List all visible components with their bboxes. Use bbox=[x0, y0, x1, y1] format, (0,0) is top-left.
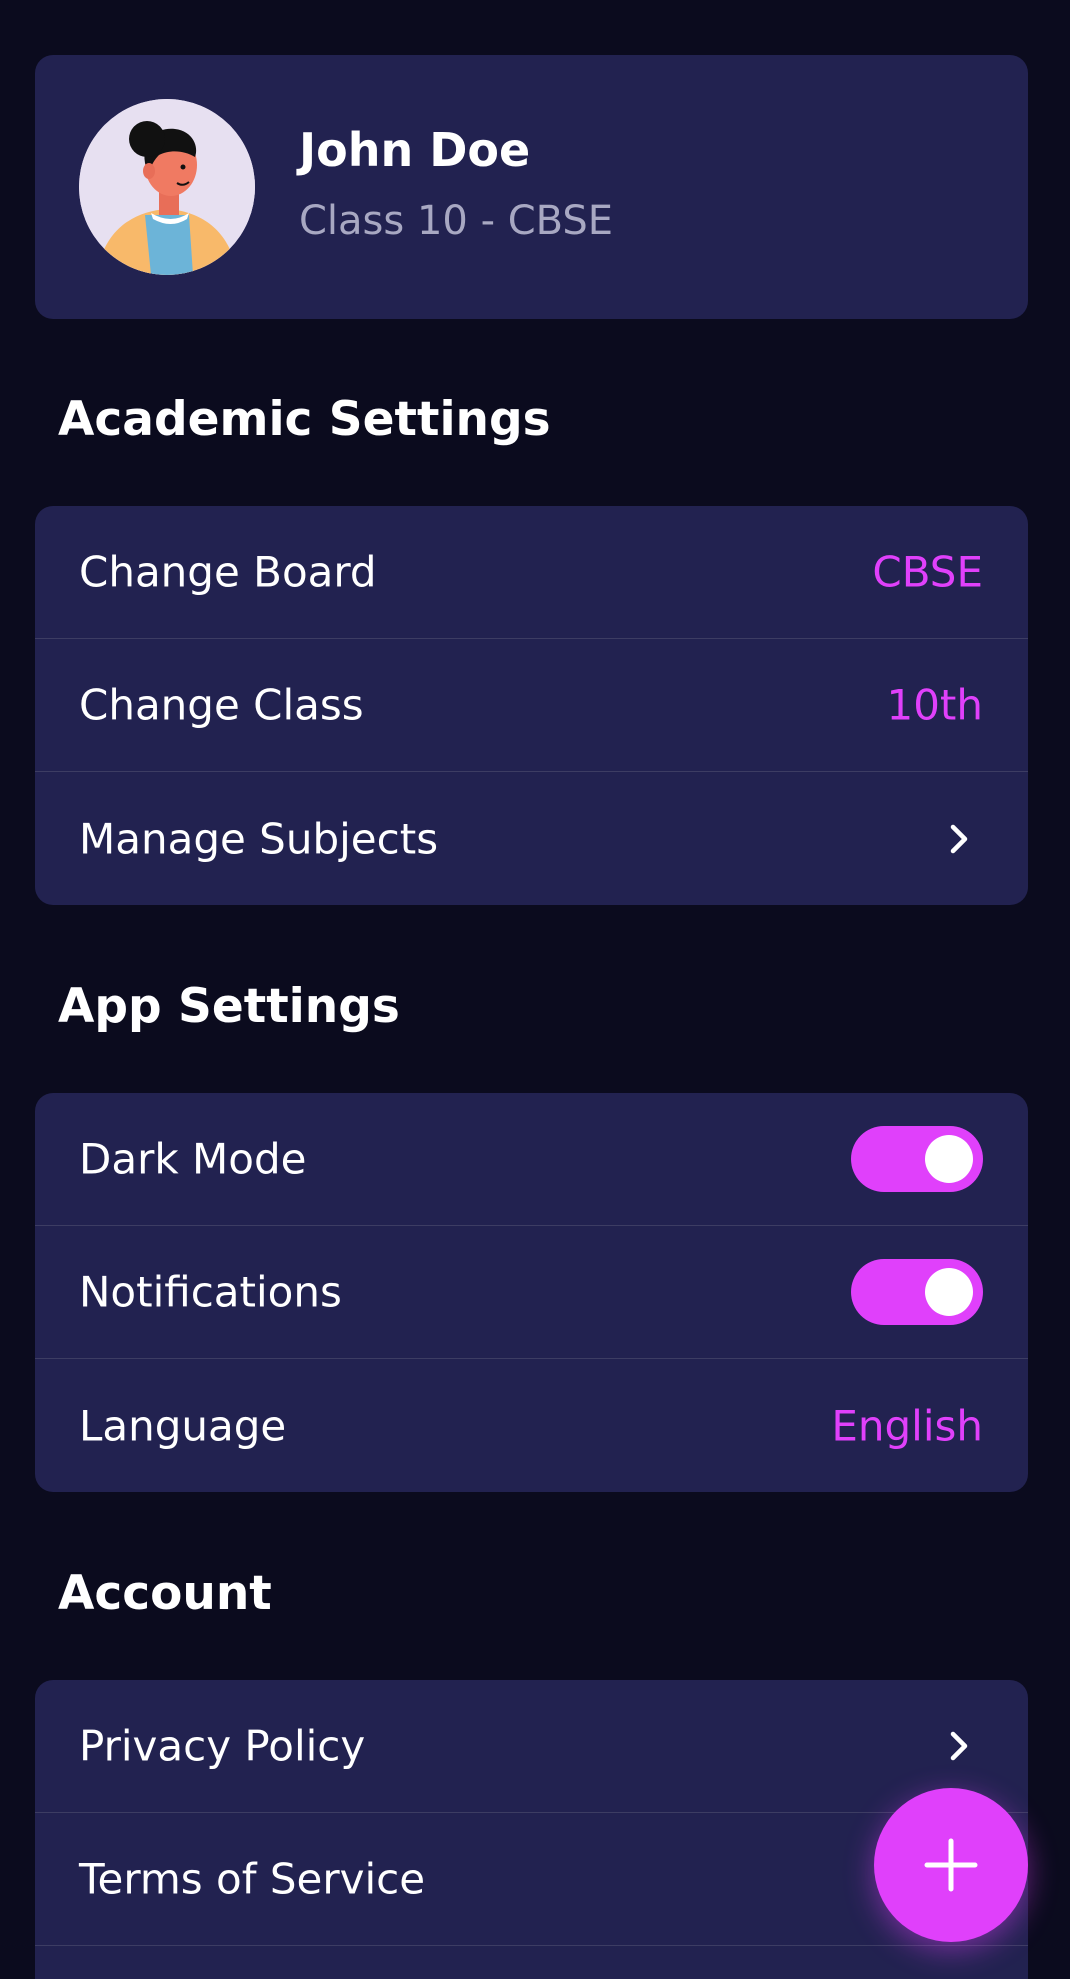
section-title-account: Account bbox=[58, 1566, 272, 1621]
profile-name: John Doe bbox=[299, 123, 531, 177]
section-title-academic: Academic Settings bbox=[58, 392, 551, 447]
setting-label: Language bbox=[79, 1401, 287, 1450]
plus-icon bbox=[924, 1838, 978, 1892]
setting-value: 10th bbox=[886, 680, 983, 730]
setting-label: Manage Subjects bbox=[79, 814, 439, 863]
profile-card[interactable]: John Doe Class 10 - CBSE bbox=[35, 55, 1028, 319]
account-settings-group: Privacy Policy Terms of Service bbox=[35, 1680, 1028, 1979]
setting-row-privacy-policy[interactable]: Privacy Policy bbox=[35, 1680, 1028, 1813]
setting-row-notifications: Notifications bbox=[35, 1226, 1028, 1359]
setting-label: Privacy Policy bbox=[79, 1721, 366, 1771]
setting-label: Notifications bbox=[79, 1267, 342, 1317]
section-title-app: App Settings bbox=[58, 979, 400, 1034]
setting-row-dark-mode: Dark Mode bbox=[35, 1093, 1028, 1226]
setting-value: CBSE bbox=[872, 547, 983, 597]
setting-row-change-class[interactable]: Change Class 10th bbox=[35, 639, 1028, 772]
app-settings-group: Dark Mode Notifications Language English bbox=[35, 1093, 1028, 1492]
toggle-knob bbox=[925, 1268, 973, 1316]
chevron-right-icon bbox=[950, 824, 968, 853]
setting-label: Dark Mode bbox=[79, 1134, 307, 1184]
setting-row-change-board[interactable]: Change Board CBSE bbox=[35, 506, 1028, 639]
academic-settings-group: Change Board CBSE Change Class 10th Mana… bbox=[35, 506, 1028, 905]
settings-screen: John Doe Class 10 - CBSE Academic Settin… bbox=[0, 0, 1070, 1979]
avatar[interactable] bbox=[79, 99, 255, 275]
toggle-knob bbox=[925, 1135, 973, 1183]
notifications-toggle[interactable] bbox=[851, 1259, 983, 1325]
setting-value: English bbox=[831, 1401, 983, 1450]
profile-subtitle: Class 10 - CBSE bbox=[299, 198, 614, 244]
setting-row-manage-subjects[interactable]: Manage Subjects bbox=[35, 772, 1028, 905]
setting-label: Terms of Service bbox=[79, 1854, 426, 1904]
chevron-right-icon bbox=[950, 1731, 968, 1761]
add-fab-button[interactable] bbox=[874, 1788, 1028, 1942]
setting-label: Change Class bbox=[79, 680, 364, 730]
dark-mode-toggle[interactable] bbox=[851, 1126, 983, 1192]
user-avatar-illustration bbox=[79, 99, 255, 275]
setting-row-language[interactable]: Language English bbox=[35, 1359, 1028, 1492]
setting-label: Change Board bbox=[79, 547, 377, 597]
